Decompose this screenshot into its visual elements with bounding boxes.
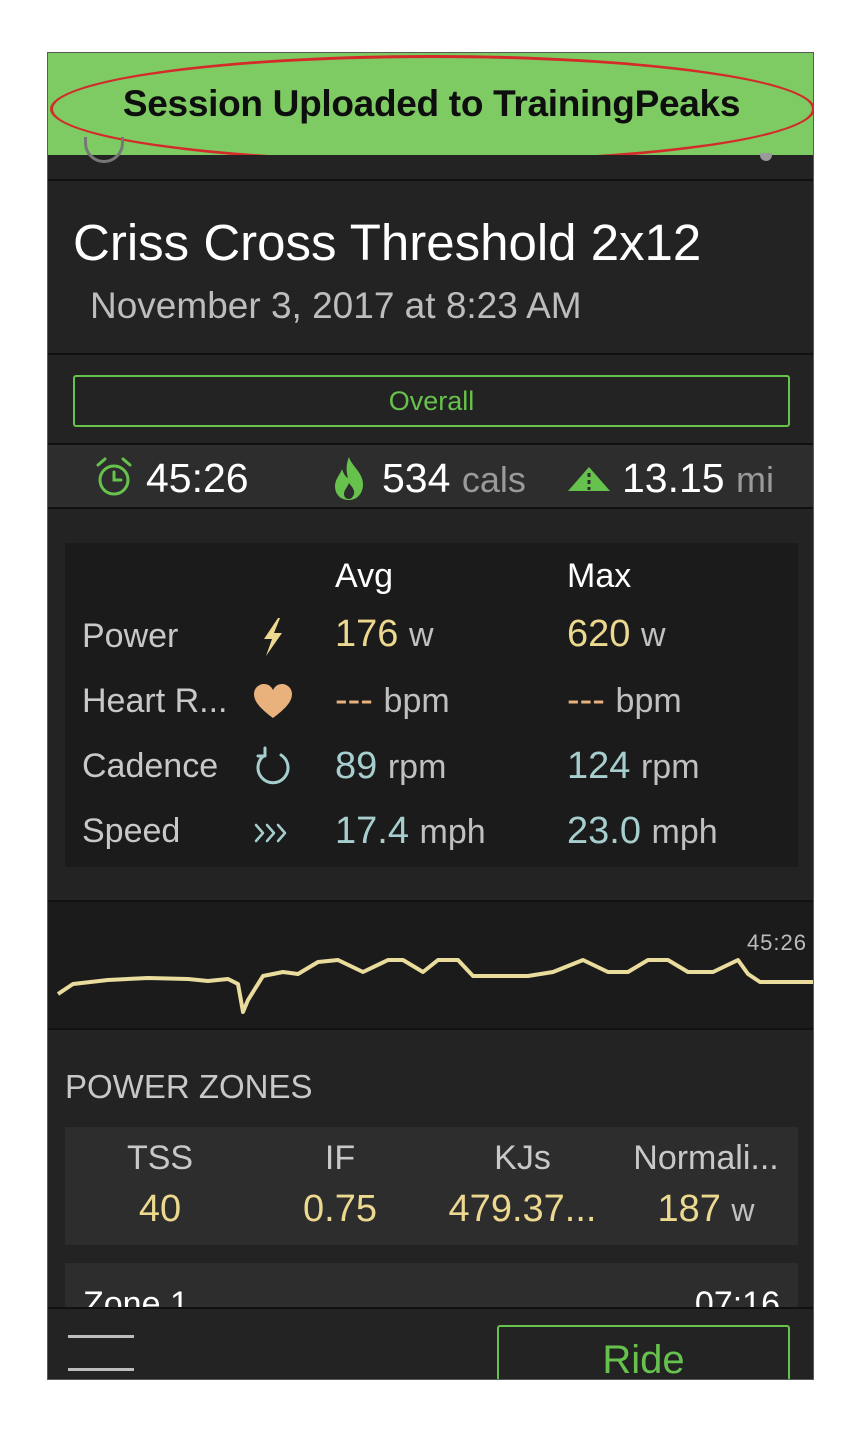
speed-avg: 17.4 mph — [335, 810, 486, 853]
power-max-value: 620 — [567, 613, 631, 655]
cadence-icon — [256, 746, 290, 785]
summary-bar: 45:26 534 cals 13.15 mi — [48, 445, 813, 509]
alarm-clock-icon — [96, 457, 132, 496]
workout-date: November 3, 2017 at 8:23 AM — [90, 285, 582, 326]
distance-value: 13.15 mi — [622, 455, 774, 502]
if-label: IF — [324, 1139, 356, 1177]
normalized-power-unit: w — [731, 1192, 755, 1228]
more-icon[interactable] — [760, 153, 772, 161]
avg-header: Avg — [335, 557, 393, 595]
back-icon[interactable] — [84, 137, 124, 163]
phone-screen: Session Uploaded to TrainingPeaks Criss … — [47, 52, 814, 1380]
power-avg-value: 176 — [335, 613, 399, 655]
heart-rate-max-unit: bpm — [615, 682, 682, 720]
speed-max-unit: mph — [651, 813, 718, 851]
speed-avg-unit: mph — [419, 813, 486, 851]
cadence-avg-value: 89 — [335, 745, 378, 787]
max-header: Max — [567, 557, 632, 595]
heart-rate-max-value: --- — [567, 679, 605, 721]
kjs-value: 479.37... — [448, 1188, 597, 1230]
kjs-label: KJs — [494, 1139, 551, 1177]
cadence-avg-unit: rpm — [387, 748, 447, 786]
power-max: 620 w — [567, 613, 666, 656]
distance-unit: mi — [736, 459, 775, 500]
workout-header: Criss Cross Threshold 2x12 November 3, 2… — [48, 183, 813, 355]
speed-avg-value: 17.4 — [335, 810, 409, 852]
zone-row[interactable]: Zone 1 07:16 — [65, 1263, 798, 1309]
zone-name: Zone 1 — [83, 1285, 189, 1309]
nav-bar-peek — [48, 137, 813, 181]
heart-icon — [254, 684, 292, 718]
if-value: 0.75 — [303, 1188, 377, 1230]
power-zones-heading: POWER ZONES — [65, 1068, 313, 1105]
highlight-annotation — [50, 55, 813, 163]
power-avg: 176 w — [335, 613, 434, 656]
power-chart[interactable]: 45:26 — [48, 900, 813, 1030]
kjs-metric: KJs 479.37... — [435, 1139, 610, 1231]
if-metric: IF 0.75 — [275, 1139, 405, 1231]
power-label: Power — [82, 617, 179, 655]
cadence-max-value: 124 — [567, 745, 631, 787]
normalized-power-label: Normali... — [633, 1139, 779, 1177]
road-icon — [568, 467, 610, 491]
speed-chevrons-icon — [254, 823, 287, 843]
bottom-toolbar: Ride — [48, 1307, 813, 1379]
calories-number: 534 — [382, 455, 451, 501]
lightning-icon — [264, 618, 282, 656]
speed-max: 23.0 mph — [567, 810, 718, 853]
power-zones-metrics: TSS 40 IF 0.75 KJs 479.37... Normali... … — [65, 1127, 798, 1245]
overall-segment-button[interactable]: Overall — [73, 375, 790, 427]
workout-title: Criss Cross Threshold 2x12 — [73, 214, 702, 271]
distance-summary: 13.15 mi — [566, 455, 806, 502]
flame-icon — [335, 457, 364, 500]
stats-card: Avg Max Power 176 w 620 w Heart R... ---… — [65, 543, 798, 867]
power-line-chart — [56, 958, 813, 1014]
power-line — [56, 958, 813, 1014]
speed-label: Speed — [82, 812, 181, 850]
heart-rate-max: --- bpm — [567, 679, 682, 722]
cadence-avg: 89 rpm — [335, 745, 446, 788]
heart-rate-avg-unit: bpm — [383, 682, 450, 720]
heart-rate-label: Heart R... — [82, 682, 228, 720]
menu-icon[interactable] — [68, 1335, 134, 1371]
ride-button[interactable]: Ride — [497, 1325, 790, 1379]
calories-unit: cals — [461, 459, 526, 500]
cadence-label: Cadence — [82, 747, 219, 785]
speed-max-value: 23.0 — [567, 810, 641, 852]
normalized-power-value-wrap: 187 w — [621, 1188, 791, 1231]
duration-summary: 45:26 — [94, 455, 274, 501]
cadence-max: 124 rpm — [567, 745, 700, 788]
zone-time: 07:16 — [694, 1285, 780, 1309]
duration-value: 45:26 — [146, 455, 249, 501]
calories-value: 534 cals — [382, 455, 526, 502]
power-max-unit: w — [640, 616, 666, 654]
tss-metric: TSS 40 — [95, 1139, 225, 1231]
chart-end-time: 45:26 — [746, 930, 807, 955]
tss-label: TSS — [126, 1139, 194, 1177]
calories-summary: 534 cals — [332, 455, 572, 502]
heart-rate-avg-value: --- — [335, 679, 373, 721]
cadence-max-unit: rpm — [640, 748, 700, 786]
power-avg-unit: w — [408, 616, 434, 654]
normalized-power-metric: Normali... 187 w — [621, 1139, 791, 1231]
heart-rate-avg: --- bpm — [335, 679, 450, 722]
distance-number: 13.15 — [622, 455, 725, 501]
normalized-power-value: 187 — [657, 1188, 721, 1230]
tss-value: 40 — [138, 1188, 182, 1230]
